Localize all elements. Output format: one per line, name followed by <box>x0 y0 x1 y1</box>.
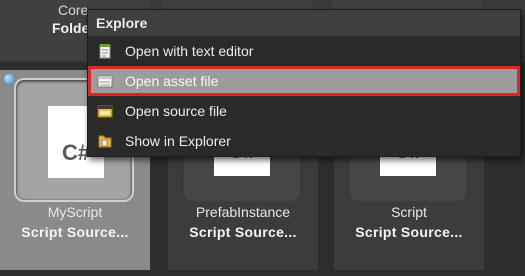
context-menu-title: Explore <box>96 15 148 31</box>
asset-type: Script Source... <box>189 224 297 240</box>
asset-name: PrefabInstance <box>195 204 291 220</box>
menu-item-label: Open source file <box>125 103 227 119</box>
status-dot-icon <box>4 74 14 84</box>
menu-item-label: Show in Explorer <box>125 133 231 149</box>
menu-item-label: Open asset file <box>125 73 219 89</box>
menu-item-label: Open with text editor <box>125 43 254 59</box>
menu-item-open-asset-file[interactable]: Open asset file <box>88 66 520 96</box>
menu-item-open-with-text-editor[interactable]: Open with text editor <box>88 36 520 66</box>
context-menu-header: Explore <box>88 10 520 36</box>
asset-type: Folde <box>52 20 90 36</box>
notepad-icon <box>99 44 111 59</box>
menu-item-show-in-explorer[interactable]: Show in Explorer <box>88 126 520 156</box>
asset-name: MyScript <box>47 204 103 220</box>
source-file-icon <box>97 105 113 118</box>
context-menu: Explore Open with text editor Open asset… <box>87 9 521 157</box>
asset-name: Script <box>391 204 427 220</box>
menu-item-open-source-file[interactable]: Open source file <box>88 96 520 126</box>
document-icon <box>97 75 113 88</box>
asset-name: Core <box>58 2 89 18</box>
folder-icon <box>98 135 112 148</box>
asset-type: Script Source... <box>21 224 129 240</box>
asset-type: Script Source... <box>355 224 463 240</box>
